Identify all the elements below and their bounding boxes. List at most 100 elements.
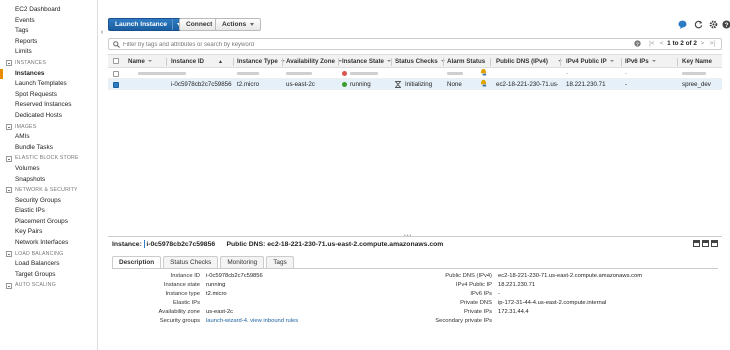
sidebar-item-security-groups[interactable]: Security Groups	[0, 196, 97, 207]
field-value: us-east-2c	[206, 309, 234, 315]
refresh-icon[interactable]	[694, 20, 703, 29]
field-value: i-0c5978cb2c7c59856	[206, 273, 263, 279]
column-divider[interactable]	[391, 58, 392, 66]
help-icon[interactable]: ?	[634, 40, 641, 47]
tab-description[interactable]: Description	[112, 256, 162, 268]
sidebar-collapse-icon[interactable]: ‹	[98, 28, 106, 38]
chat-icon[interactable]	[678, 20, 687, 29]
alarm-bell-icon[interactable]	[480, 78, 487, 89]
connect-button[interactable]: Connect	[179, 18, 220, 31]
pager-next-button[interactable]: >	[701, 40, 705, 47]
column-divider[interactable]	[338, 58, 339, 66]
pane-splitter[interactable]	[108, 236, 722, 237]
column-header-instance-state[interactable]: Instance State	[342, 55, 391, 69]
sidebar-item-snapshots[interactable]: Snapshots	[0, 175, 97, 186]
column-header-instance-type[interactable]: Instance Type	[237, 55, 285, 69]
column-divider[interactable]	[166, 58, 167, 66]
column-label: Name	[128, 58, 145, 65]
column-divider[interactable]	[621, 58, 622, 66]
pager-prev-button[interactable]: <	[660, 40, 664, 47]
column-header-instance-id[interactable]: Instance ID ▲	[171, 55, 223, 69]
sidebar-section-auto-scaling[interactable]: AUTO SCALING	[0, 280, 97, 291]
redacted-cell	[286, 68, 312, 79]
sidebar-section-load-balancing[interactable]: LOAD BALANCING	[0, 249, 97, 260]
help-icon[interactable]: ?	[722, 20, 730, 29]
gear-icon[interactable]	[709, 20, 718, 29]
empty-cell: -	[566, 70, 569, 77]
column-header-ipv6-ips[interactable]: IPv6 IPs	[625, 55, 656, 69]
sidebar-item-events[interactable]: Events	[0, 16, 97, 27]
sidebar-item-target-groups[interactable]: Target Groups	[0, 270, 97, 281]
stopped-status-icon	[342, 70, 347, 76]
field-label: Elastic IPs	[172, 300, 200, 306]
sidebar-item-tags[interactable]: Tags	[0, 26, 97, 37]
column-header-key-name[interactable]: Key Name	[682, 55, 712, 69]
alarm-bell-icon[interactable]	[480, 67, 487, 78]
launch-instance-button[interactable]: Launch Instance	[108, 18, 187, 31]
view-inbound-rules-link[interactable]: view inbound rules	[250, 318, 298, 324]
tab-monitoring[interactable]: Monitoring	[220, 256, 265, 268]
table-row[interactable]: i-0c5978cb2c7c59856 t2.micro us-east-2c …	[108, 79, 722, 90]
sidebar-item-limits[interactable]: Limits	[0, 47, 97, 58]
layout-split-icon[interactable]	[702, 240, 709, 247]
column-header-public-dns[interactable]: Public DNS (IPv4)	[496, 55, 562, 69]
sidebar: EC2 Dashboard Events Tags Reports Limits…	[0, 0, 98, 350]
pager-last-button[interactable]: >|	[710, 40, 715, 47]
table-row[interactable]: - -	[108, 68, 722, 79]
hourglass-icon	[395, 80, 402, 88]
sidebar-item-volumes[interactable]: Volumes	[0, 164, 97, 175]
layout-full-icon[interactable]	[711, 240, 718, 247]
sidebar-item-dedicated-hosts[interactable]: Dedicated Hosts	[0, 111, 97, 122]
instances-table: Name Instance ID ▲ Instance Type Availabi…	[108, 54, 722, 90]
sidebar-item-elastic-ips[interactable]: Elastic IPs	[0, 206, 97, 217]
sidebar-item-reports[interactable]: Reports	[0, 37, 97, 48]
search-bar: ? |< < 1 to 2 of 2 > >|	[108, 38, 722, 50]
sidebar-item-ec2-dashboard[interactable]: EC2 Dashboard	[0, 5, 97, 16]
column-header-name[interactable]: Name	[128, 55, 152, 69]
layout-bottom-icon[interactable]	[693, 240, 700, 247]
field-value: ip-172-31-44-4.us-east-2.compute.interna…	[498, 300, 607, 306]
sidebar-item-load-balancers[interactable]: Load Balancers	[0, 259, 97, 270]
detail-field: Private DNS ip-172-31-44-4.us-east-2.comp…	[460, 299, 607, 308]
column-header-status-checks[interactable]: Status Checks	[395, 55, 445, 69]
sidebar-item-network-interfaces[interactable]: Network Interfaces	[0, 238, 97, 249]
tab-status-checks[interactable]: Status Checks	[163, 256, 219, 268]
search-input[interactable]	[123, 40, 603, 49]
column-divider[interactable]	[233, 58, 234, 66]
column-divider[interactable]	[490, 58, 491, 66]
sidebar-item-instances[interactable]: Instances	[0, 68, 97, 80]
empty-cell: -	[625, 70, 628, 77]
redacted-cell	[237, 68, 259, 79]
state-label: running	[350, 81, 371, 88]
actions-button[interactable]: Actions	[215, 18, 262, 31]
sidebar-item-key-pairs[interactable]: Key Pairs	[0, 227, 97, 238]
redacted-cell	[342, 68, 378, 79]
column-divider[interactable]	[677, 58, 678, 66]
drag-handle-icon[interactable]: •••	[404, 233, 412, 239]
column-divider[interactable]	[282, 58, 283, 66]
column-header-ipv4-public-ip[interactable]: IPv4 Public IP	[566, 55, 614, 69]
column-divider[interactable]	[560, 58, 561, 66]
sidebar-section-images[interactable]: IMAGES	[0, 122, 97, 133]
security-group-link[interactable]: launch-wizard-4.	[206, 318, 249, 324]
sidebar-item-reserved-instances[interactable]: Reserved Instances	[0, 100, 97, 111]
column-header-availability-zone[interactable]: Availability Zone	[286, 55, 342, 69]
row-checkbox[interactable]	[113, 70, 119, 77]
field-label: Security groups	[159, 318, 200, 324]
detail-field: Instance state running	[164, 281, 225, 290]
detail-dns-label: Public DNS:	[226, 240, 266, 248]
cell-availability-zone: us-east-2c	[286, 81, 315, 88]
pager-first-button[interactable]: |<	[649, 40, 654, 47]
tab-tags[interactable]: Tags	[266, 256, 294, 268]
sidebar-section-network[interactable]: NETWORK & SECURITY	[0, 185, 97, 196]
sidebar-item-spot-requests[interactable]: Spot Requests	[0, 90, 97, 101]
select-all-checkbox[interactable]	[113, 57, 119, 64]
sidebar-item-bundle-tasks[interactable]: Bundle Tasks	[0, 143, 97, 154]
sidebar-item-launch-templates[interactable]: Launch Templates	[0, 79, 97, 90]
sidebar-section-instances[interactable]: INSTANCES	[0, 58, 97, 69]
sidebar-section-ebs[interactable]: ELASTIC BLOCK STORE	[0, 153, 97, 164]
column-divider[interactable]	[443, 58, 444, 66]
sidebar-item-amis[interactable]: AMIs	[0, 132, 97, 143]
sidebar-item-placement-groups[interactable]: Placement Groups	[0, 217, 97, 228]
row-checkbox[interactable]	[113, 81, 119, 88]
